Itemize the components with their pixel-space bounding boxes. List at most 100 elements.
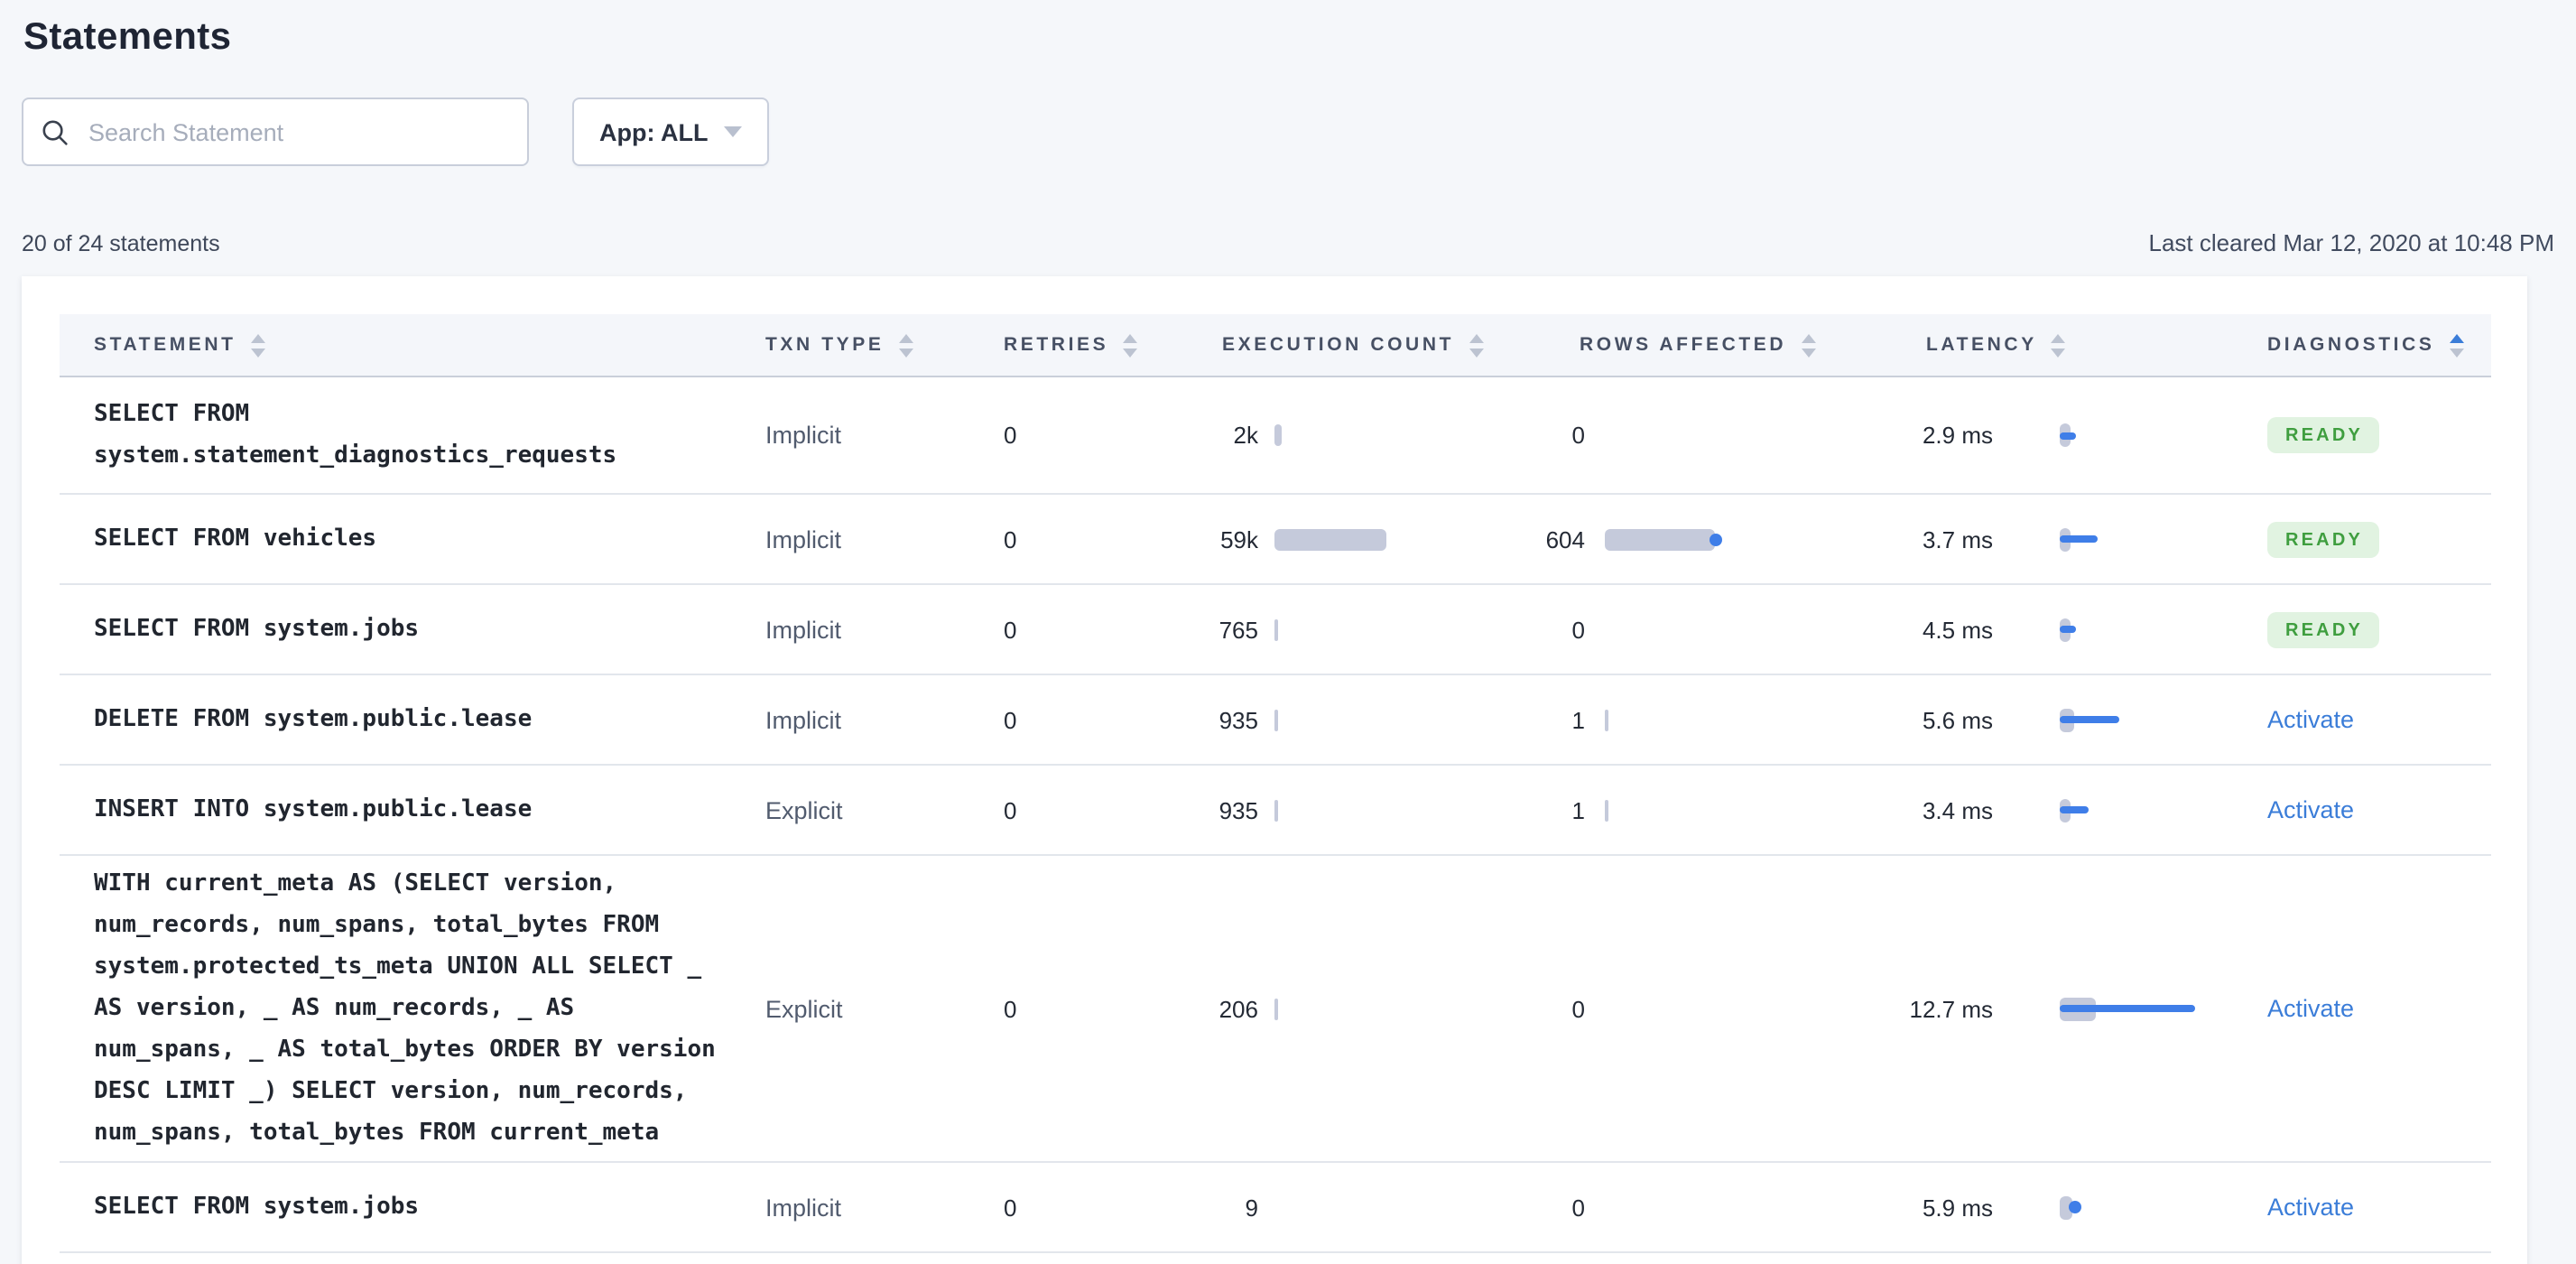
diagnostics-ready-badge[interactable]: READY (2267, 611, 2380, 647)
txn-type: Implicit (765, 525, 842, 553)
retries-count: 0 (1004, 796, 1017, 823)
execution-count-bar (1274, 424, 1282, 446)
latency-bar (2060, 423, 2258, 447)
statement-text[interactable]: DELETE FROM system.public.lease (94, 699, 718, 740)
statement-text[interactable]: SELECT FROM vehicles (94, 518, 718, 560)
latency-value: 3.4 ms (1922, 796, 1993, 823)
rows-affected: 604 (1545, 525, 1585, 553)
column-header-label: LATENCY (1926, 334, 2037, 356)
execution-count: 9 (1245, 1194, 1258, 1221)
diagnostics-cell: READY (2267, 611, 2380, 647)
activate-diagnostics-link[interactable]: Activate (2267, 1193, 2354, 1220)
rows-affected: 0 (1571, 616, 1585, 643)
sort-arrows-icon (2449, 333, 2464, 357)
txn-type: Explicit (765, 796, 843, 823)
statement-text[interactable]: WITH current_meta AS (SELECT version, nu… (94, 863, 718, 1154)
execution-count-bar (1274, 528, 1386, 550)
sort-desc-icon (1801, 348, 1816, 357)
latency-value: 12.7 ms (1909, 995, 1994, 1022)
table-row: SELECT FROM vehicles Implicit 0 59k 604 3.7 m… (60, 495, 2491, 585)
sort-arrows-icon (898, 333, 913, 357)
sort-arrows-icon (1123, 333, 1138, 357)
bar (1274, 528, 1386, 550)
diagnostics-cell: Activate (2267, 1191, 2354, 1223)
search-input[interactable] (85, 116, 509, 147)
table-row: INSERT INTO system.public.lease Explicit 0… (60, 766, 2491, 856)
search-box[interactable] (22, 98, 529, 166)
sort-arrows-icon (250, 333, 265, 357)
sort-arrows-icon (2051, 333, 2066, 357)
bar (1605, 799, 1608, 821)
retries-count: 0 (1004, 525, 1017, 553)
execution-count-bar (1274, 618, 1278, 640)
sort-asc-icon (2449, 333, 2464, 342)
table-row: SELECT FROM system.statement_diagnostics… (60, 377, 2491, 495)
statement-text[interactable]: INSERT INTO system.public.lease (94, 789, 718, 831)
app-filter-label: App: ALL (599, 118, 709, 145)
latency-bar-wrap (2060, 798, 2258, 822)
execution-count: 59k (1220, 525, 1258, 553)
column-header-label: DIAGNOSTICS (2267, 334, 2435, 356)
retries-count: 0 (1004, 995, 1017, 1022)
statement-text[interactable]: SELECT FROM system.jobs (94, 1186, 718, 1228)
diagnostics-cell: READY (2267, 417, 2380, 453)
latency-mean-dot (2069, 1201, 2081, 1213)
txn-type: Implicit (765, 1194, 842, 1221)
txn-type: Implicit (765, 422, 842, 449)
rows-affected: 0 (1571, 1194, 1585, 1221)
txn-type: Explicit (765, 995, 843, 1022)
toolbar: App: ALL (22, 98, 770, 166)
table-row: SELECT FROM system.jobs Implicit 0 765 0 4.5 … (60, 585, 2491, 675)
latency-bar (2060, 527, 2258, 551)
diagnostics-ready-badge[interactable]: READY (2267, 521, 2380, 557)
sort-arrows-icon (1469, 333, 1484, 357)
app-filter-dropdown[interactable]: App: ALL (572, 98, 770, 166)
latency-value: 4.5 ms (1922, 616, 1993, 643)
sort-desc-icon (2051, 348, 2066, 357)
latency-bar-wrap (2060, 618, 2258, 641)
sort-asc-icon (1469, 333, 1484, 342)
latency-value: 5.6 ms (1922, 706, 1993, 733)
sort-desc-icon (1123, 348, 1138, 357)
table-row: DELETE FROM system.public.lease Implicit 0… (60, 675, 2491, 766)
statement-count: 20 of 24 statements (22, 231, 220, 256)
latency-mean-bar (2060, 432, 2076, 439)
column-header-statement[interactable]: STATEMENT (94, 314, 265, 376)
column-header-execution-count[interactable]: EXECUTION COUNT (1222, 314, 1484, 376)
diagnostics-cell: Activate (2267, 794, 2354, 826)
sort-arrows-icon (1801, 333, 1816, 357)
sort-desc-icon (2449, 348, 2464, 357)
latency-bar (2060, 997, 2258, 1020)
activate-diagnostics-link[interactable]: Activate (2267, 795, 2354, 823)
rows-affected-dot (1710, 533, 1722, 545)
rows-affected: 1 (1571, 796, 1585, 823)
activate-diagnostics-link[interactable]: Activate (2267, 994, 2354, 1021)
rows-affected: 1 (1571, 706, 1585, 733)
statement-text[interactable]: SELECT FROM system.jobs (94, 609, 718, 650)
sort-desc-icon (250, 348, 265, 357)
rows-affected: 0 (1571, 995, 1585, 1022)
column-header-latency[interactable]: LATENCY (1926, 314, 2066, 376)
latency-bar (2060, 708, 2258, 731)
column-header-retries[interactable]: RETRIES (1004, 314, 1138, 376)
column-header-txn-type[interactable]: TXN TYPE (765, 314, 913, 376)
diagnostics-ready-badge[interactable]: READY (2267, 417, 2380, 453)
bar (1605, 528, 1722, 550)
last-cleared-text: Last cleared Mar 12, 2020 at 10:48 PM (2148, 229, 2555, 256)
execution-count-bar (1274, 998, 1278, 1019)
statements-table: STATEMENT TXN TYPE RETRIES EXECUTION COUNT R… (60, 314, 2491, 1264)
column-header-diagnostics[interactable]: DIAGNOSTICS (2267, 314, 2464, 376)
statement-text[interactable]: SELECT FROM system.statement_diagnostics… (94, 394, 718, 477)
bar (1274, 799, 1278, 821)
rows-affected-bar (1605, 709, 1608, 730)
bar (1274, 618, 1278, 640)
execution-count: 935 (1219, 796, 1258, 823)
column-header-rows-affected[interactable]: ROWS AFFECTED (1580, 314, 1816, 376)
txn-type: Implicit (765, 706, 842, 733)
latency-value: 2.9 ms (1922, 422, 1993, 449)
execution-count: 2k (1233, 422, 1258, 449)
latency-bar-wrap (2060, 1195, 2258, 1219)
retries-count: 0 (1004, 616, 1017, 643)
table-row: SELECT FROM system.jobs Implicit 0 9 0 5.9 ms… (60, 1163, 2491, 1253)
activate-diagnostics-link[interactable]: Activate (2267, 705, 2354, 732)
